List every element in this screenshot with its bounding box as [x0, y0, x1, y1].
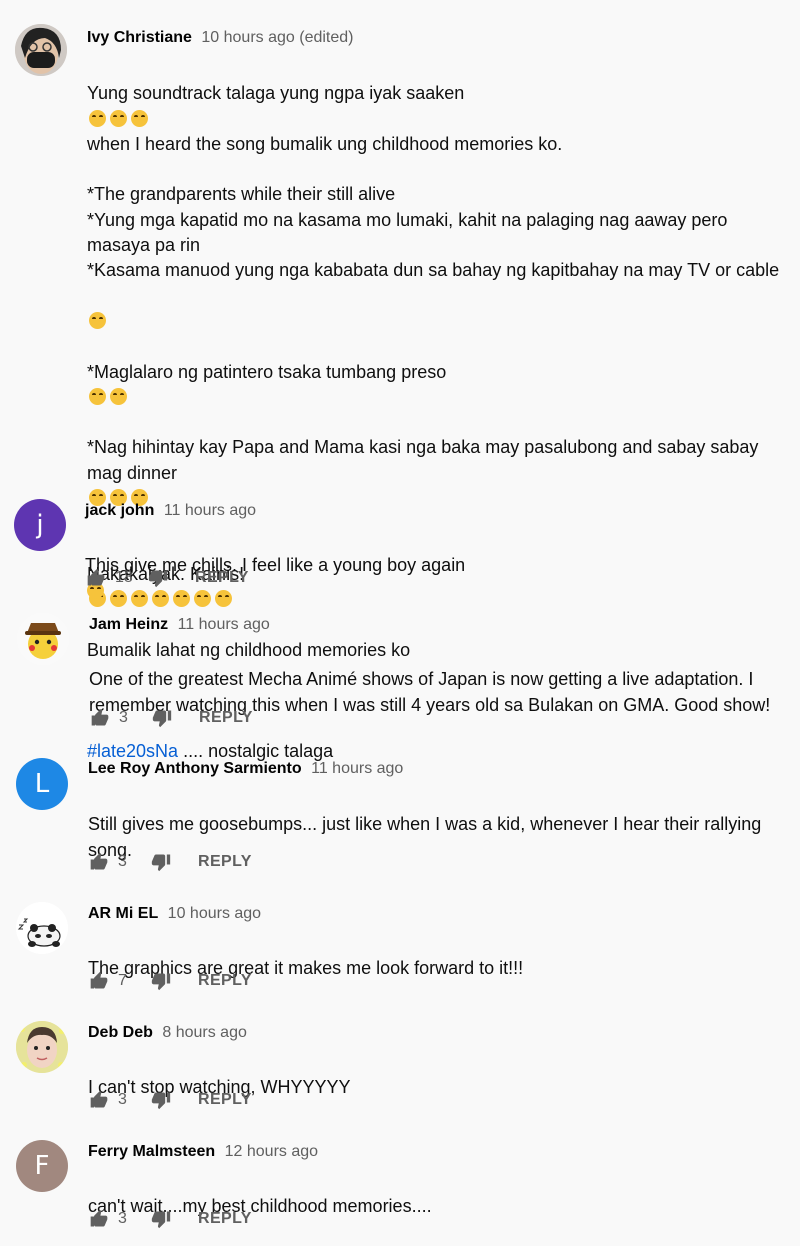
comment-thread: L Lee Roy Anthony Sarmiento 11 hours ago…: [0, 755, 800, 885]
timestamp[interactable]: 8 hours ago: [162, 1024, 247, 1041]
reply-button[interactable]: REPLY: [198, 853, 252, 871]
comment-thread: Ivy Christiane 10 hours ago (edited) Yun…: [0, 0, 800, 761]
like-count: 3: [118, 853, 127, 870]
like-count: 18: [115, 569, 133, 586]
comment-text-part: *Nag hihintay kay Papa and Mama kasi nga…: [87, 437, 759, 483]
comment-header: jack john 11 hours ago: [85, 501, 256, 521]
timestamp[interactable]: 12 hours ago: [225, 1143, 318, 1160]
author-name[interactable]: jack john: [85, 502, 154, 519]
author-name[interactable]: AR Mi EL: [88, 905, 158, 922]
author-name[interactable]: Ferry Malmsteen: [88, 1143, 215, 1160]
crying-emoji-icon: [110, 387, 127, 405]
comment-actions: 18 REPLY: [85, 566, 249, 590]
crying-emoji-icon: [131, 109, 148, 127]
avatar[interactable]: [16, 1021, 68, 1073]
crying-emoji-icon: [89, 311, 106, 329]
comment-thread: j jack john 11 hours ago This give me ch…: [0, 495, 800, 600]
pikachu-detective-icon: [17, 613, 69, 665]
comment-actions: 3 REPLY: [88, 1088, 252, 1112]
comment-header: Ferry Malmsteen 12 hours ago: [88, 1142, 318, 1162]
thumb-up-icon[interactable]: [88, 970, 110, 992]
author-name[interactable]: Jam Heinz: [89, 616, 168, 633]
like-count: 3: [119, 709, 128, 726]
comment-actions: 3 REPLY: [89, 706, 253, 730]
timestamp[interactable]: 11 hours ago: [311, 760, 403, 777]
comment-thread: Jam Heinz 11 hours ago One of the greate…: [0, 610, 800, 740]
thumb-down-icon[interactable]: [150, 1208, 172, 1230]
reply-button[interactable]: REPLY: [199, 709, 253, 727]
comment-thread: AR Mi EL 10 hours ago The graphics are g…: [0, 898, 800, 1008]
user-photo-icon: [16, 1021, 68, 1073]
comment-header: Deb Deb 8 hours ago: [88, 1023, 247, 1043]
thumb-up-icon[interactable]: [89, 707, 111, 729]
comment-actions: 3 REPLY: [88, 850, 252, 874]
crying-emoji-icon: [89, 109, 106, 127]
thumb-down-icon[interactable]: [150, 970, 172, 992]
thumb-down-icon[interactable]: [151, 707, 173, 729]
thumb-down-icon[interactable]: [150, 1089, 172, 1111]
avatar[interactable]: j: [14, 499, 66, 551]
avatar-letter: j: [36, 510, 44, 540]
avatar-letter: L: [34, 769, 50, 799]
timestamp[interactable]: 11 hours ago: [164, 502, 256, 519]
like-count: 3: [118, 1091, 127, 1108]
reply-button[interactable]: REPLY: [198, 972, 252, 990]
thumb-up-icon[interactable]: [85, 567, 107, 589]
author-name[interactable]: Deb Deb: [88, 1024, 153, 1041]
reply-button[interactable]: REPLY: [198, 1091, 252, 1109]
like-count: 3: [118, 1210, 127, 1227]
thumb-up-icon[interactable]: [88, 1208, 110, 1230]
like-count: 7: [118, 972, 127, 989]
comment-header: Jam Heinz 11 hours ago: [89, 615, 270, 635]
user-photo-icon: [15, 24, 67, 76]
avatar[interactable]: [17, 613, 69, 665]
thumb-down-icon[interactable]: [147, 567, 169, 589]
comment-actions: 3 REPLY: [88, 1207, 252, 1231]
timestamp[interactable]: 11 hours ago: [178, 616, 270, 633]
thumb-up-icon[interactable]: [88, 1089, 110, 1111]
comment-text-part: Yung soundtrack talaga yung ngpa iyak sa…: [87, 83, 465, 104]
comment-actions: 7 REPLY: [88, 969, 252, 993]
timestamp[interactable]: 10 hours ago: [168, 905, 261, 922]
comment-thread: Deb Deb 8 hours ago I can't stop watchin…: [0, 1017, 800, 1127]
author-name[interactable]: Ivy Christiane: [87, 29, 192, 46]
comment-header: Lee Roy Anthony Sarmiento 11 hours ago: [88, 759, 403, 779]
reply-button[interactable]: REPLY: [198, 1210, 252, 1228]
author-name[interactable]: Lee Roy Anthony Sarmiento: [88, 760, 302, 777]
comment-header: Ivy Christiane 10 hours ago (edited): [87, 28, 354, 48]
crying-emoji-icon: [89, 387, 106, 405]
timestamp[interactable]: 10 hours ago (edited): [201, 29, 353, 46]
comment-text-part: when I heard the song bumalik ung childh…: [87, 133, 780, 281]
comment-thread: F Ferry Malmsteen 12 hours ago can't wai…: [0, 1136, 800, 1246]
avatar-letter: F: [34, 1151, 50, 1181]
avatar[interactable]: [15, 24, 67, 76]
avatar[interactable]: L: [16, 758, 68, 810]
sleeping-panda-icon: [16, 902, 68, 954]
comment-text-part: *Maglalaro ng patintero tsaka tumbang pr…: [87, 361, 447, 382]
reply-button[interactable]: REPLY: [195, 569, 249, 587]
avatar[interactable]: F: [16, 1140, 68, 1192]
avatar[interactable]: [16, 902, 68, 954]
comment-header: AR Mi EL 10 hours ago: [88, 904, 261, 924]
thumb-up-icon[interactable]: [88, 851, 110, 873]
thumb-down-icon[interactable]: [150, 851, 172, 873]
crying-emoji-icon: [110, 109, 127, 127]
